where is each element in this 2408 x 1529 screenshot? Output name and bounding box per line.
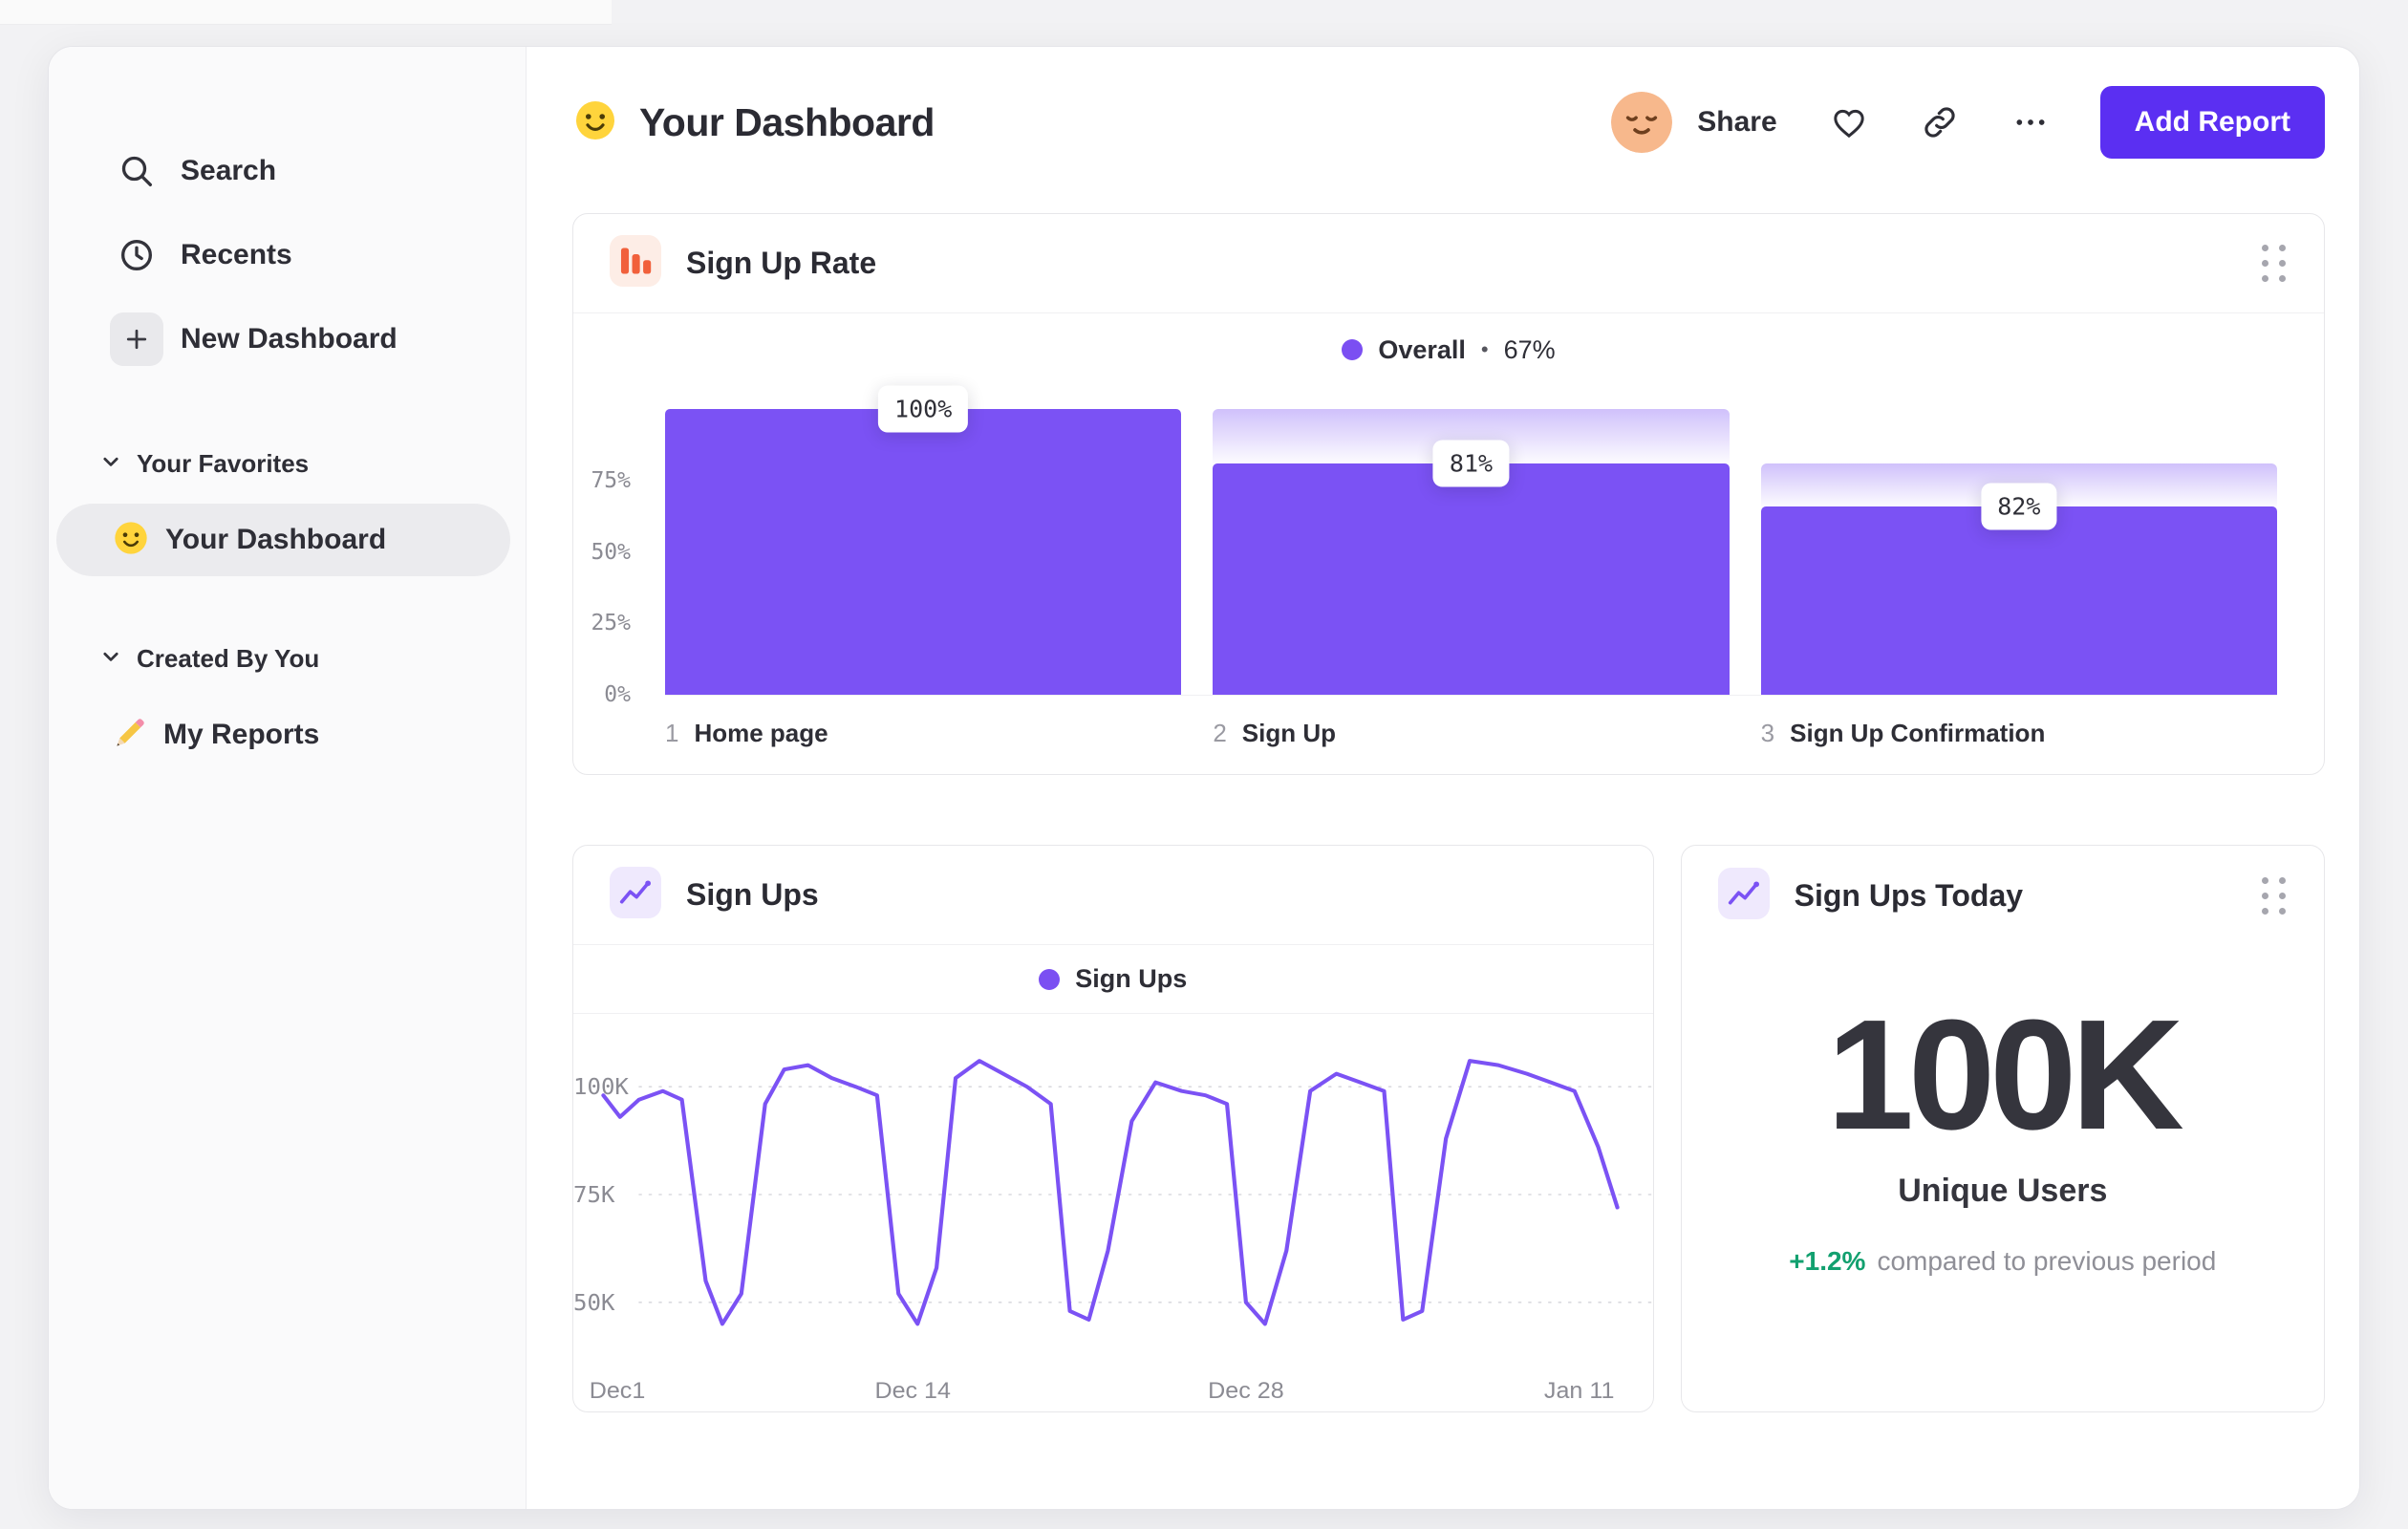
sidebar-item-my-reports[interactable]: My Reports (56, 699, 510, 771)
step-name: Home page (694, 719, 828, 747)
funnel-step-label: 3 Sign Up Confirmation (1761, 719, 2277, 748)
signups-line-chart[interactable]: 100K 75K 50K Dec1 Dec 14 Dec 28 Jan 11 (573, 1020, 1653, 1406)
sign-ups-today-card: Sign Ups Today 100K Unique Users +1.2% c… (1680, 845, 2325, 1412)
card-title: Sign Ups Today (1794, 877, 2024, 913)
app-window: Search Recents New Dashboard Your Favori… (48, 46, 2360, 1510)
clock-icon (110, 236, 163, 274)
funnel-step-label: 2 Sign Up (1213, 719, 1729, 748)
funnel-bar-home-page[interactable]: 100% (665, 385, 1182, 695)
funnel-bar-sign-up[interactable]: 81% (1213, 409, 1730, 695)
funnel-step-label: 1 Home page (665, 719, 1181, 748)
main-content: Your Dashboard Share Add Report Sign Up … (527, 47, 2359, 1509)
drag-handle-icon[interactable] (2262, 245, 2288, 282)
line-legend: Sign Ups (573, 945, 1653, 1014)
section-title: Your Favorites (137, 448, 310, 478)
copy-link-icon[interactable] (1921, 103, 1959, 141)
funnel-bar-fill (665, 409, 1182, 695)
sidebar-item-new-dashboard[interactable]: New Dashboard (49, 297, 526, 381)
kpi-value: 100K (1826, 987, 2184, 1162)
sign-up-rate-card: Sign Up Rate Overall • 67% 75% 50% 25% 0… (572, 213, 2325, 775)
legend-dot-icon (1039, 968, 1061, 990)
svg-text:Dec1: Dec1 (590, 1378, 646, 1403)
svg-text:100K: 100K (573, 1074, 630, 1100)
kpi-metric-label: Unique Users (1898, 1173, 2108, 1209)
dashboard-header: Your Dashboard Share Add Report (572, 86, 2325, 159)
sidebar-item-search[interactable]: Search (49, 129, 526, 213)
funnel-chart-icon (610, 235, 661, 291)
svg-text:Dec 28: Dec 28 (1208, 1378, 1284, 1403)
step-index: 2 (1213, 719, 1227, 747)
dashboard-smiley-emoji (572, 97, 618, 148)
drag-handle-icon[interactable] (2262, 876, 2288, 915)
funnel-value-chip: 82% (1981, 483, 2057, 530)
step-index: 1 (665, 719, 679, 747)
legend-dot-icon (1342, 339, 1364, 360)
kpi-delta-badge: +1.2% (1789, 1246, 1866, 1276)
line-chart-icon (610, 867, 661, 923)
y-axis-tick: 25% (591, 611, 631, 636)
funnel-chart: 75% 50% 25% 0% 100% 81% 82% (591, 385, 2277, 707)
legend-label: Sign Ups (1075, 964, 1188, 993)
smiley-emoji-icon (112, 519, 150, 562)
search-icon (110, 152, 163, 190)
sidebar-item-label: Search (181, 155, 277, 186)
sidebar-item-label: Recents (181, 239, 292, 270)
add-report-button[interactable]: Add Report (2099, 86, 2325, 159)
page-title: Your Dashboard (639, 99, 935, 144)
sidebar-item-label: New Dashboard (181, 323, 398, 355)
sidebar-section-your-favorites[interactable]: Your Favorites (49, 435, 526, 492)
step-index: 3 (1760, 719, 1775, 747)
share-button[interactable]: Share (1697, 106, 1776, 139)
section-title: Created By You (137, 643, 320, 673)
y-axis-tick: 75% (591, 467, 631, 493)
sidebar-item-label: My Reports (163, 719, 320, 750)
funnel-value-chip: 81% (1432, 440, 1510, 487)
chevron-down-icon (100, 646, 121, 672)
svg-text:50K: 50K (573, 1289, 615, 1315)
sidebar-item-recents[interactable]: Recents (49, 213, 526, 297)
kpi-body: 100K Unique Users +1.2% compared to prev… (1682, 945, 2324, 1277)
svg-text:Jan 11: Jan 11 (1544, 1378, 1614, 1403)
sidebar-item-your-dashboard[interactable]: Your Dashboard (56, 504, 510, 576)
svg-text:75K: 75K (573, 1181, 615, 1207)
favorite-heart-icon[interactable] (1829, 103, 1869, 141)
funnel-value-chip: 100% (878, 385, 969, 433)
more-options-icon[interactable] (2010, 103, 2051, 141)
funnel-step-labels: 1 Home page 2 Sign Up 3 Sign Up Confirma… (665, 719, 2277, 748)
y-axis-tick: 0% (604, 682, 631, 707)
funnel-bar-fill (1760, 506, 2277, 695)
funnel-bar-sign-up-confirmation[interactable]: 82% (1760, 409, 2277, 695)
desktop-top-strip (0, 0, 612, 25)
step-name: Sign Up (1241, 719, 1337, 747)
sidebar-item-label: Your Dashboard (165, 524, 387, 555)
y-axis-tick: 50% (591, 539, 631, 565)
step-name: Sign Up Confirmation (1790, 719, 2046, 747)
legend-separator: • (1480, 337, 1489, 361)
legend-value: 67% (1503, 334, 1556, 364)
sidebar-section-created-by-you[interactable]: Created By You (49, 630, 526, 687)
pencil-emoji-icon (112, 715, 148, 756)
funnel-bar-fill (1213, 463, 1730, 695)
line-chart-icon (1717, 867, 1770, 924)
kpi-delta-note: compared to previous period (1877, 1246, 2217, 1276)
funnel-legend: Overall • 67% (573, 313, 2324, 386)
user-avatar[interactable] (1611, 92, 1673, 153)
plus-icon (110, 312, 163, 366)
svg-text:Dec 14: Dec 14 (874, 1378, 951, 1403)
sign-ups-card: Sign Ups Sign Ups 100K 75K 50K Dec1 Dec 14 De… (572, 845, 1654, 1412)
card-title: Sign Ups (686, 877, 819, 912)
card-title: Sign Up Rate (686, 246, 877, 280)
legend-label: Overall (1378, 334, 1466, 364)
header-actions: Share Add Report (1611, 86, 2325, 159)
sidebar: Search Recents New Dashboard Your Favori… (49, 47, 527, 1509)
chevron-down-icon (100, 451, 121, 477)
